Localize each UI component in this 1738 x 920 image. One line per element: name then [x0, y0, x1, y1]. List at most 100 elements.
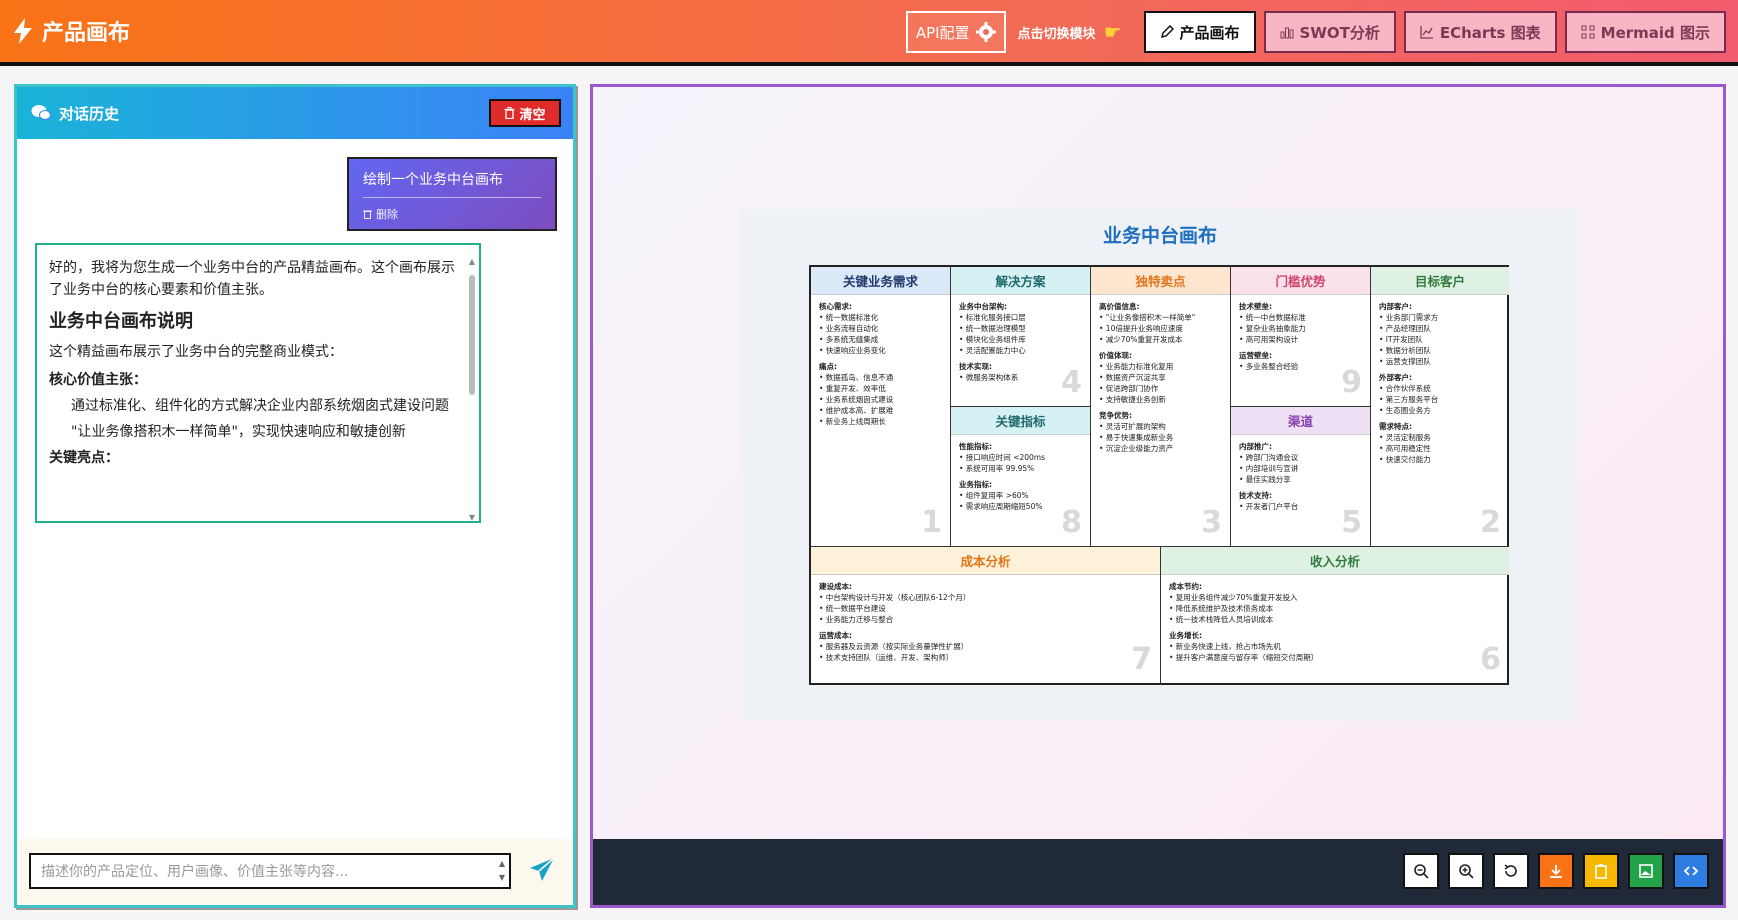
tab-product-canvas[interactable]: 产品画布 [1143, 11, 1256, 53]
cell-title: 关键指标 [951, 407, 1090, 435]
reset-icon [1503, 863, 1519, 879]
cell-section-heading: 竞争优势: [1099, 411, 1132, 420]
input-resize-icon[interactable]: ▲ ▼ [499, 857, 505, 885]
cell-segments: 目标客户 内部客户: • 业务部门需求方 • 产品经理团队 • IT开发团队 • 数据分析… [1371, 267, 1509, 547]
api-config-label: API配置 [915, 23, 970, 42]
cell-section-heading: 技术支持: [1239, 491, 1272, 500]
scroll-down-icon[interactable]: ▼ [467, 507, 477, 521]
cell-title: 成本分析 [811, 547, 1160, 575]
tab-mermaid[interactable]: Mermaid 图示 [1564, 11, 1726, 53]
cell-bullet: • 快速响应业务变化 [819, 346, 886, 355]
cell-number: 7 [1131, 642, 1152, 677]
cell-section-heading: 运营成本: [819, 631, 852, 640]
image-icon [1638, 863, 1654, 879]
download-button[interactable] [1538, 853, 1574, 889]
send-button[interactable] [529, 857, 555, 887]
cell-bullet: • 第三方服务平台 [1379, 395, 1439, 404]
lean-canvas-grid: 关键业务需求 核心需求: • 统一数据标准化 • 业务流程自动化 • 多系统无缝集成 • … [809, 265, 1509, 685]
cell-bullet: • 服务器及云资源（按实际业务量弹性扩展） [819, 642, 969, 651]
cell-bullet: • 复用业务组件减少70%重复开发投入 [1169, 593, 1298, 602]
cell-bullet: • 易于快速集成新业务 [1099, 433, 1174, 442]
cell-body: 高价值信息: • "让业务像搭积木一样简单" • 10倍提升业务响应速度 • 减少70… [1091, 295, 1230, 460]
cell-bullet: • 业务流程自动化 [819, 324, 879, 333]
cell-bullet: • 数据分析团队 [1379, 346, 1431, 355]
cell-number: 8 [1061, 505, 1082, 540]
cell-bullet: • 跨部门沟通会议 [1239, 453, 1299, 462]
cell-bullet: • 统一数据标准化 [819, 313, 879, 322]
copy-button[interactable] [1583, 853, 1619, 889]
cell-section-heading: 内部推广: [1239, 442, 1272, 451]
delete-message-button[interactable]: 删除 [363, 206, 541, 222]
cell-bullet: • 促进跨部门协作 [1099, 384, 1159, 393]
cell-bullet: • 生态圈业务方 [1379, 406, 1431, 415]
cell-bullet: • 业务能力标准化复用 [1099, 362, 1174, 371]
clear-button[interactable]: 清空 [489, 99, 561, 127]
cell-bullet: • 合作伙伴系统 [1379, 384, 1431, 393]
chat-bubbles-icon [31, 105, 51, 120]
tab-label: SWOT分析 [1299, 23, 1380, 42]
cell-title: 目标客户 [1371, 267, 1509, 295]
zoom-in-icon [1458, 863, 1474, 879]
cell-section-heading: 外部客户: [1379, 373, 1412, 382]
cell-title: 独特卖点 [1091, 267, 1230, 295]
message-scrollbar[interactable]: ▲ ▼ [467, 251, 477, 521]
cell-number: 3 [1201, 505, 1222, 540]
brand: 产品画布 [14, 15, 130, 47]
cell-bullet: • 高可用稳定性 [1379, 444, 1431, 453]
cell-title: 解决方案 [951, 267, 1090, 295]
pointing-hand-icon: ☛ [1103, 20, 1122, 44]
cell-bullet: • 业务部门需求方 [1379, 313, 1439, 322]
cell-bullet: • 统一技术栈降低人员培训成本 [1169, 615, 1274, 624]
trash-icon [363, 210, 372, 219]
scroll-up-icon[interactable]: ▲ [467, 251, 477, 273]
cell-solution: 解决方案 业务中台架构: • 标准化服务接口层 • 统一数据治理模型 • 模块化业务组件… [951, 267, 1091, 407]
cell-bullet: • 新业务上线周期长 [819, 417, 886, 426]
cell-section-heading: 内部客户: [1379, 302, 1412, 311]
cell-section-heading: 技术壁垒: [1239, 302, 1272, 311]
user-message: 绘制一个业务中台画布 删除 [347, 157, 557, 231]
cell-bullet: • 业务能力迁移与整合 [819, 615, 894, 624]
cell-bullet: • 多系统无缝集成 [819, 335, 879, 344]
cell-title: 渠道 [1231, 407, 1370, 435]
tab-label: ECharts 图表 [1439, 23, 1541, 42]
tab-echarts[interactable]: ECharts 图表 [1403, 11, 1557, 53]
chat-input-area: 描述你的产品定位、用户画像、价值主张等内容... ▲ ▼ [17, 839, 573, 905]
chat-header: 对话历史 清空 [17, 87, 573, 139]
reset-button[interactable] [1493, 853, 1529, 889]
cell-bullet: • 数据孤岛、信息不通 [819, 373, 894, 382]
code-button[interactable] [1673, 853, 1709, 889]
trash-icon [504, 107, 515, 119]
cell-number: 1 [921, 505, 942, 540]
cell-section-heading: 高价值信息: [1099, 302, 1140, 311]
clear-label: 清空 [519, 107, 546, 123]
scroll-thumb[interactable] [469, 275, 475, 395]
zoom-out-icon [1413, 863, 1429, 879]
cell-bullet: • 快速交付能力 [1379, 455, 1431, 464]
ai-message: 好的，我将为您生成一个业务中台的产品精益画布。这个画布展示了业务中台的核心要素和… [35, 243, 481, 523]
canvas-card: 业务中台画布 关键业务需求 核心需求: • 统一数据标准化 • 业务流程自动化 • 多系… [741, 209, 1579, 721]
switch-module-label: 点击切换模块 [1017, 26, 1096, 42]
cell-section-heading: 业务指标: [959, 480, 992, 489]
api-config-button[interactable]: API配置 [905, 11, 1006, 53]
line-chart-icon [1420, 26, 1433, 39]
image-button[interactable] [1628, 853, 1664, 889]
cell-section-heading: 需求特点: [1379, 422, 1412, 431]
chat-panel: 对话历史 清空 绘制一个业务中台画布 删除 好的，我将为您生成一个业务中台的产品… [14, 84, 576, 908]
cell-bullet: • 维护成本高、扩展难 [819, 406, 894, 415]
cell-section-heading: 成本节约: [1169, 582, 1202, 591]
cell-number: 4 [1061, 365, 1082, 400]
cell-bullet: • 内部培训与宣讲 [1239, 464, 1299, 473]
cell-bullet: • 技术支持团队（运维、开发、架构师） [819, 653, 954, 662]
tab-swot[interactable]: SWOT分析 [1263, 11, 1396, 53]
ai-point: 通过标准化、组件化的方式解决企业内部系统烟囱式建设问题 [71, 398, 449, 414]
cell-bullet: • 统一中台数据标准 [1239, 313, 1306, 322]
zoom-in-button[interactable] [1448, 853, 1484, 889]
zoom-out-button[interactable] [1403, 853, 1439, 889]
chat-input[interactable]: 描述你的产品定位、用户画像、价值主张等内容... ▲ ▼ [29, 853, 511, 889]
cell-bullet: • 数据资产沉淀共享 [1099, 373, 1166, 382]
cell-body: 内部客户: • 业务部门需求方 • 产品经理团队 • IT开发团队 • 数据分析团队 • … [1371, 295, 1509, 471]
clipboard-icon [1593, 863, 1609, 879]
ai-highlights-label: 关键亮点： [49, 450, 119, 466]
cell-section-heading: 痛点: [819, 362, 837, 371]
app-header: 产品画布 API配置 点击切换模块 ☛ 产品画布 SWOT分析 ECharts … [0, 0, 1738, 66]
